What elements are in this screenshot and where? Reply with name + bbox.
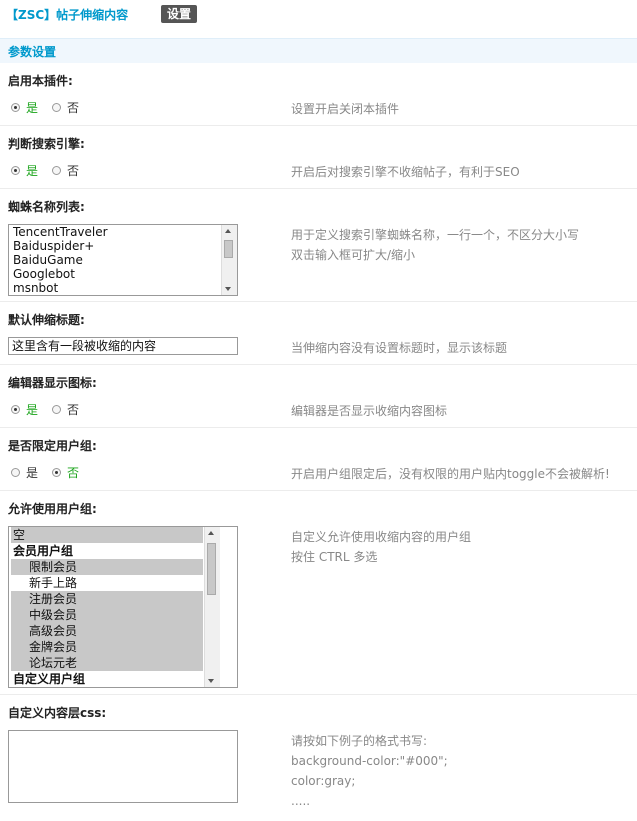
setting-hint: color:gray; [291, 774, 356, 788]
setting-label: 蜘蛛名称列表: [8, 200, 85, 214]
setting-label: 默认伸缩标题: [8, 313, 85, 327]
settings-button[interactable]: 设置 [161, 5, 198, 23]
section-header: 参数设置 [0, 38, 637, 63]
spider-line: Baiduspider+ [13, 239, 95, 253]
setting-label: 判断搜索引擎: [8, 137, 85, 151]
setting-hint: 请按如下例子的格式书写: [291, 734, 428, 748]
optgroup-label: 会员用户组 [13, 544, 74, 558]
setting-hint: 自定义允许使用收缩内容的用户组 [291, 530, 472, 544]
setting-hint: 开启用户组限定后，没有权限的用户贴内toggle不会被解析! [291, 467, 610, 481]
setting-hint: 双击输入框可扩大/缩小 [291, 248, 416, 262]
spider-lines: TencentTraveler Baiduspider+ BaiduGame Goog… [9, 225, 237, 295]
setting-default-title: 默认伸缩标题: 当伸缩内容没有设置标题时，显示该标题 [0, 302, 637, 365]
group-option[interactable]: 中级会员 [11, 607, 203, 623]
setting-hint: 编辑器是否显示收缩内容图标 [291, 404, 448, 418]
setting-hint: 开启后对搜索引擎不收缩帖子，有利于SEO [291, 165, 520, 179]
page-header: 【ZSC】帖子伸缩内容 设置 [0, 0, 637, 30]
enable-no-radio[interactable] [52, 103, 62, 112]
enable-no-label[interactable]: 否 [67, 99, 79, 116]
setting-label: 自定义内容层css: [8, 706, 107, 720]
setting-hint: 按住 CTRL 多选 [291, 550, 378, 564]
editor-icon-radio-group: 是 否 [11, 401, 93, 418]
editor-icon-no-label[interactable]: 否 [67, 401, 79, 418]
setting-search-engine: 判断搜索引擎: 是 否 开启后对搜索引擎不收缩帖子，有利于SEO [0, 126, 637, 189]
scrollbar[interactable] [221, 225, 237, 295]
limit-group-no-radio[interactable] [52, 468, 62, 477]
group-option[interactable]: 注册会员 [11, 591, 203, 607]
editor-icon-yes-radio[interactable] [11, 405, 20, 414]
enable-yes-radio[interactable] [11, 103, 20, 112]
group-option[interactable]: 金牌会员 [11, 639, 203, 655]
user-group-multiselect[interactable]: 空会员用户组 限制会员 新手上路 注册会员 中级会员 高级会员 金牌会员 论坛元老 自定义用户组 [8, 526, 238, 688]
spider-line: msnbot [13, 281, 59, 295]
scroll-up-icon[interactable] [208, 531, 214, 535]
group-option[interactable]: 空 [11, 527, 203, 543]
setting-label: 允许使用用户组: [8, 502, 97, 516]
group-options: 空会员用户组 限制会员 新手上路 注册会员 中级会员 高级会员 金牌会员 论坛元老 自定义用户组 [9, 527, 220, 687]
limit-group-no-label[interactable]: 否 [67, 464, 79, 481]
setting-editor-icon: 编辑器显示图标: 是 否 编辑器是否显示收缩内容图标 [0, 365, 637, 428]
limit-group-yes-label[interactable]: 是 [26, 464, 38, 481]
setting-custom-css: 自定义内容层css: 请按如下例子的格式书写: background-color… [0, 695, 637, 820]
plugin-title: 【ZSC】帖子伸缩内容 [6, 8, 129, 22]
setting-label: 是否限定用户组: [8, 439, 97, 453]
setting-allowed-groups: 允许使用用户组: 空会员用户组 限制会员 新手上路 注册会员 中级会员 高级会员 金牌会员论… [0, 491, 637, 695]
search-engine-yes-label[interactable]: 是 [26, 162, 38, 179]
setting-spiders: 蜘蛛名称列表: TencentTraveler Baiduspider+ Baidu… [0, 189, 637, 302]
setting-hint: 用于定义搜索引擎蜘蛛名称，一行一个，不区分大小写 [291, 228, 580, 242]
enable-radio-group: 是 否 [11, 99, 93, 116]
editor-icon-no-radio[interactable] [52, 405, 62, 414]
section-title: 参数设置 [8, 45, 57, 59]
setting-limit-group: 是否限定用户组: 是 否 开启用户组限定后，没有权限的用户贴内toggle不会被… [0, 428, 637, 491]
setting-hint: 当伸缩内容没有设置标题时，显示该标题 [291, 341, 508, 355]
spider-line: Googlebot [13, 267, 75, 281]
scroll-up-icon[interactable] [225, 229, 231, 233]
limit-group-radio-group: 是 否 [11, 464, 93, 481]
scroll-thumb[interactable] [224, 240, 233, 258]
setting-label: 启用本插件: [8, 74, 73, 88]
scrollbar[interactable] [204, 527, 220, 687]
spider-line: BaiduGame [13, 253, 83, 267]
spider-line: TencentTraveler [13, 225, 108, 239]
spider-list-textarea[interactable]: TencentTraveler Baiduspider+ BaiduGame Goog… [8, 224, 238, 296]
group-option[interactable]: 高级会员 [11, 623, 203, 639]
limit-group-yes-radio[interactable] [11, 468, 20, 477]
group-option[interactable]: 限制会员 [11, 559, 203, 575]
search-engine-no-label[interactable]: 否 [67, 162, 79, 179]
scroll-thumb[interactable] [207, 543, 216, 595]
enable-yes-label[interactable]: 是 [26, 99, 38, 116]
setting-enable: 启用本插件: 是 否 设置开启关闭本插件 [0, 63, 637, 126]
setting-hint: background-color:"#000"; [291, 754, 448, 768]
setting-hint: 设置开启关闭本插件 [291, 102, 400, 116]
group-option[interactable]: 论坛元老 [11, 655, 203, 671]
group-option[interactable]: 新手上路 [11, 575, 203, 591]
optgroup-label: 自定义用户组 [13, 672, 86, 686]
default-title-input[interactable]: 这里含有一段被收缩的内容 [8, 337, 238, 355]
custom-css-textarea[interactable] [8, 730, 238, 803]
search-engine-yes-radio[interactable] [11, 166, 20, 175]
scroll-down-icon[interactable] [208, 679, 214, 683]
setting-hint: ..... [291, 794, 311, 808]
setting-label: 编辑器显示图标: [8, 376, 97, 390]
scroll-down-icon[interactable] [225, 287, 231, 291]
editor-icon-yes-label[interactable]: 是 [26, 401, 38, 418]
search-engine-radio-group: 是 否 [11, 162, 93, 179]
search-engine-no-radio[interactable] [52, 166, 62, 175]
